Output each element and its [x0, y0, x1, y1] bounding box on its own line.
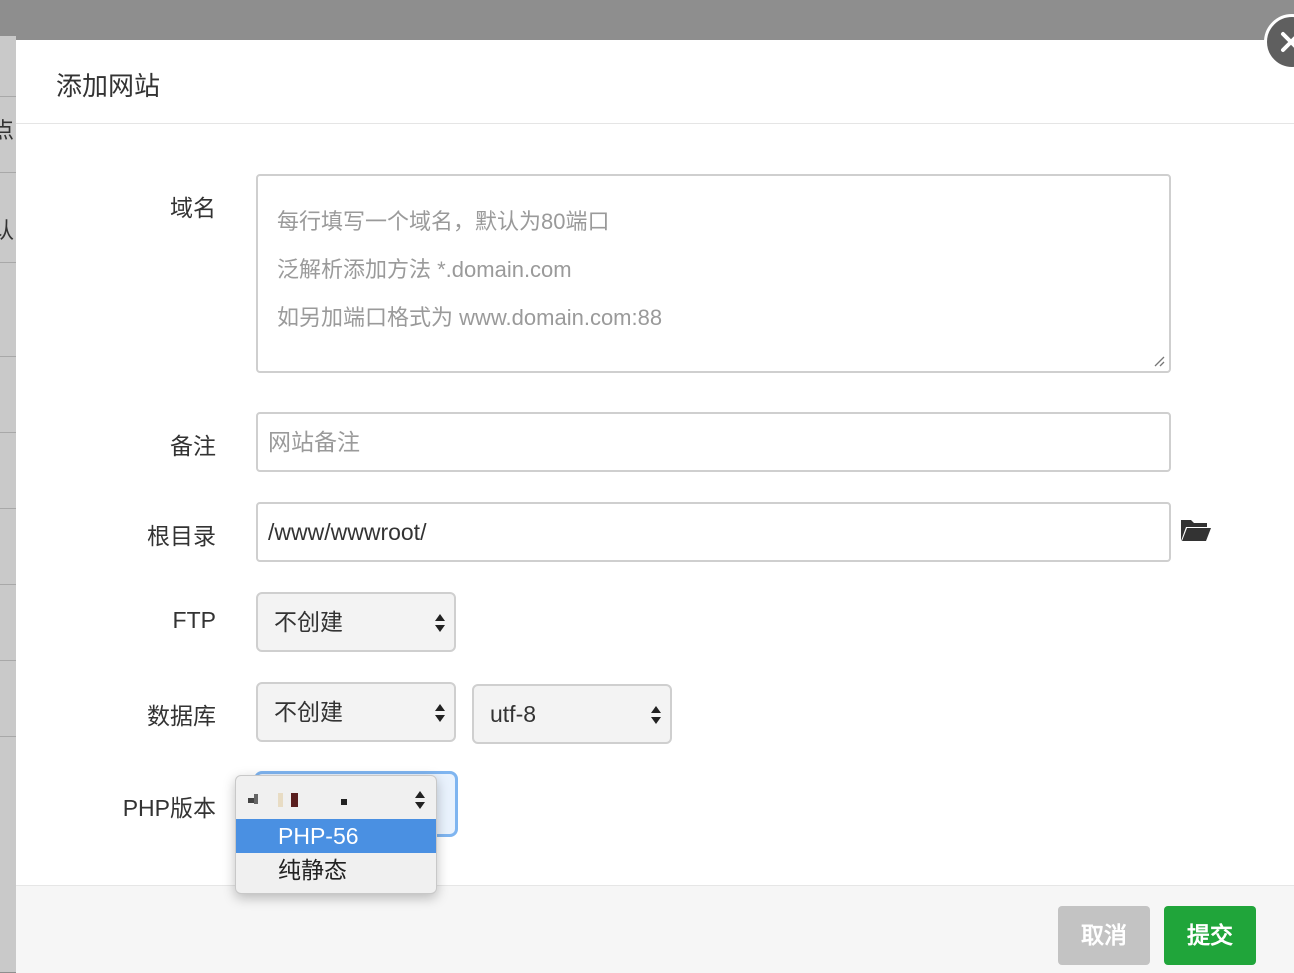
backdrop-divider	[0, 508, 16, 509]
remark-label: 备注	[170, 433, 216, 459]
backdrop-divider	[0, 172, 16, 173]
select-arrows-icon	[651, 706, 661, 724]
select-arrows-icon	[435, 614, 445, 632]
remark-input[interactable]: 网站备注	[256, 412, 1171, 472]
folder-open-icon[interactable]	[1180, 517, 1212, 543]
php-version-dropdown: PHP-56 纯静态	[235, 775, 437, 894]
dialog-title: 添加网站	[56, 71, 161, 101]
ftp-select-value: 不创建	[274, 609, 343, 635]
dialog-header: 添加网站	[16, 40, 1294, 124]
blurred-text	[341, 799, 347, 805]
charset-select[interactable]: utf-8	[472, 684, 672, 744]
php-version-label: PHP版本	[122, 795, 216, 821]
domain-placeholder-line: 泛解析添加方法 *.domain.com	[277, 257, 572, 282]
backdrop-divider	[0, 356, 16, 357]
dropdown-option-php56[interactable]: PHP-56	[236, 819, 436, 853]
dropdown-current-value[interactable]	[236, 776, 436, 818]
database-select-value: 不创建	[274, 699, 343, 725]
cancel-button[interactable]: 取消	[1058, 906, 1150, 965]
dialog-footer: 取消 提交	[16, 885, 1294, 973]
domain-placeholder-line: 如另加端口格式为 www.domain.com:88	[277, 305, 663, 330]
domain-textarea[interactable]: 每行填写一个域名，默认为80端口 泛解析添加方法 *.domain.com 如另…	[256, 174, 1171, 373]
domain-placeholder-line: 每行填写一个域名，默认为80端口	[277, 209, 610, 234]
dropdown-option-static[interactable]: 纯静态	[236, 853, 436, 887]
blurred-text	[254, 794, 258, 804]
resize-grip-icon[interactable]	[1153, 355, 1165, 367]
backdrop-divider	[0, 96, 16, 97]
backdrop-divider	[0, 262, 16, 263]
root-dir-input[interactable]: /www/wwwroot/	[256, 502, 1171, 562]
ftp-select[interactable]: 不创建	[256, 592, 456, 652]
backdrop-divider	[0, 736, 16, 737]
database-select[interactable]: 不创建	[256, 682, 456, 742]
backdrop-divider	[0, 584, 16, 585]
backdrop-page: 点 认	[0, 36, 16, 972]
select-arrows-icon	[415, 791, 425, 809]
close-x-icon	[1281, 32, 1294, 52]
select-arrows-icon	[435, 704, 445, 722]
domain-label: 域名	[170, 195, 216, 221]
backdrop-text: 点	[0, 118, 15, 143]
blurred-text	[291, 793, 298, 807]
root-dir-label: 根目录	[147, 523, 216, 549]
submit-button[interactable]: 提交	[1164, 906, 1256, 965]
database-label: 数据库	[147, 703, 216, 729]
backdrop-divider	[0, 660, 16, 661]
backdrop-text: 认	[0, 218, 15, 243]
backdrop-divider	[0, 432, 16, 433]
blurred-text	[278, 793, 283, 807]
charset-select-value: utf-8	[490, 701, 537, 727]
ftp-label: FTP	[172, 607, 216, 633]
